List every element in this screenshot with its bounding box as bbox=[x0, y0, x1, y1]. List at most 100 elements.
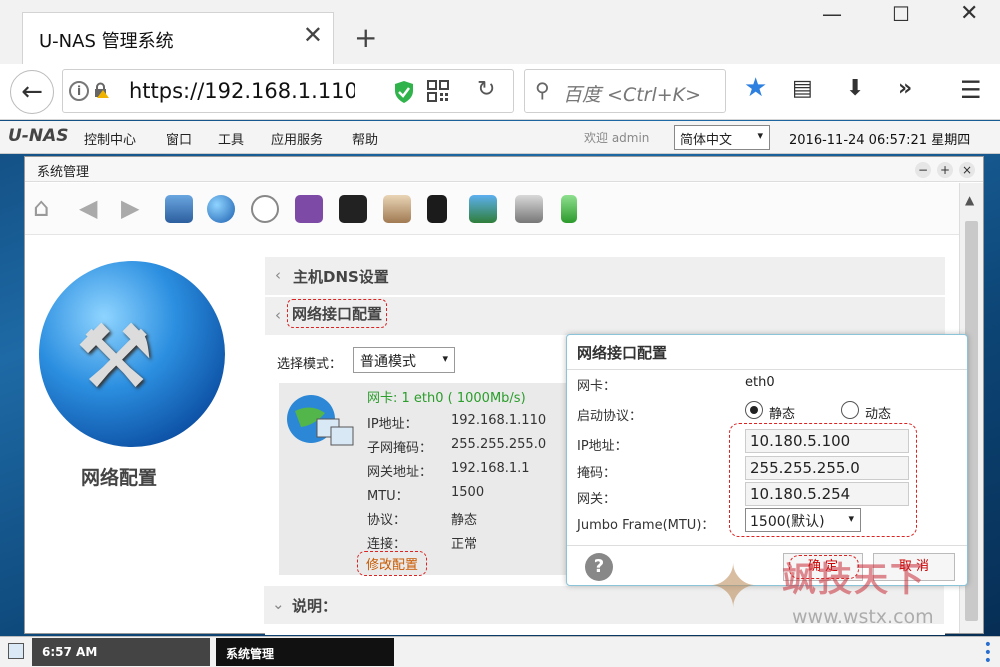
search-box[interactable]: ⚲ 百度 <Ctrl+K> bbox=[524, 69, 726, 113]
app-menubar: U-NAS 控制中心 窗口 工具 应用服务 帮助 欢迎 admin 简体中文 ▾ … bbox=[0, 121, 1000, 154]
clock-icon[interactable] bbox=[251, 195, 279, 223]
nav-forward-icon[interactable]: ▶ bbox=[121, 195, 149, 223]
info-icon[interactable]: i bbox=[69, 81, 89, 101]
divider bbox=[567, 369, 967, 370]
server-icon[interactable] bbox=[427, 195, 447, 223]
jumbo-label: Jumbo Frame(MTU)： bbox=[577, 518, 715, 533]
radio-dynamic-label: 动态 bbox=[865, 407, 892, 422]
gateway-field[interactable]: 10.180.5.254 bbox=[745, 482, 909, 506]
welcome-text: 欢迎 admin bbox=[584, 131, 650, 145]
disk-icon[interactable] bbox=[515, 195, 543, 223]
back-button[interactable]: ← bbox=[10, 70, 54, 114]
language-select[interactable]: 简体中文 ▾ bbox=[674, 125, 770, 150]
gateway-label: 网关地址： bbox=[367, 465, 433, 480]
router-icon[interactable] bbox=[339, 195, 367, 223]
address-bar[interactable]: i https://192.168.1.110/w ↻ bbox=[62, 69, 514, 113]
wrench-hammer-icon: ⚒ bbox=[75, 305, 154, 408]
watermark-star-icon: ✦ bbox=[708, 552, 759, 622]
desktop-icon[interactable] bbox=[8, 643, 24, 659]
chevron-down-icon: ▾ bbox=[757, 129, 763, 142]
taskbar-app-button[interactable]: 系统管理 bbox=[216, 638, 394, 666]
menu-tools[interactable]: 工具 bbox=[218, 129, 244, 148]
divider bbox=[567, 545, 967, 546]
ip-label: IP地址： bbox=[577, 439, 628, 454]
section-dns-title: 主机DNS设置 bbox=[293, 268, 389, 286]
brand-logo: U-NAS bbox=[8, 126, 69, 146]
help-icon[interactable]: ? bbox=[585, 553, 613, 581]
mode-select[interactable]: 普通模式 ▾ bbox=[353, 347, 455, 373]
battery-icon[interactable] bbox=[561, 195, 577, 223]
gateway-label: 网关： bbox=[577, 492, 617, 507]
tab-close-icon[interactable]: ✕ bbox=[303, 23, 323, 47]
mode-value: 普通模式 bbox=[360, 354, 416, 370]
reading-list-icon[interactable]: ▤ bbox=[792, 76, 813, 101]
datetime: 2016-11-24 06:57:21 星期四 bbox=[789, 133, 971, 148]
radio-dynamic[interactable] bbox=[841, 401, 859, 419]
chevron-down-icon: ▾ bbox=[442, 352, 448, 365]
overflow-icon[interactable]: » bbox=[898, 76, 912, 101]
section-net-title: 网络接口配置 bbox=[292, 305, 383, 323]
new-tab-icon[interactable]: + bbox=[354, 24, 377, 52]
language-value: 简体中文 bbox=[680, 133, 733, 148]
menu-help[interactable]: 帮助 bbox=[352, 129, 378, 148]
mask-label: 掩码： bbox=[577, 466, 617, 481]
reload-icon[interactable]: ↻ bbox=[477, 77, 495, 102]
menu-control-center[interactable]: 控制中心 bbox=[84, 129, 136, 148]
menu-app-services[interactable]: 应用服务 bbox=[271, 129, 323, 148]
watermark: ✦ 飒技天下 www.wstx.com bbox=[702, 552, 978, 636]
subnet-label: 子网掩码： bbox=[367, 441, 433, 456]
chat-icon[interactable] bbox=[295, 195, 323, 223]
window-maximize-icon[interactable]: + bbox=[937, 162, 953, 178]
insecure-lock-icon[interactable] bbox=[93, 82, 109, 98]
nic-value: eth0 bbox=[745, 375, 775, 390]
section-highlight: 网络接口配置 bbox=[287, 299, 388, 328]
watermark-text: 飒技天下 bbox=[782, 560, 926, 600]
menu-icon[interactable]: ☰ bbox=[960, 76, 982, 104]
window-toolbar: ⌂ ◀ ▶ bbox=[25, 183, 960, 235]
jumbo-select[interactable]: 1500(默认) ▾ bbox=[745, 508, 861, 532]
link-label: 连接： bbox=[367, 537, 407, 552]
network-interface-dialog: 网络接口配置 网卡： eth0 启动协议： 静态 动态 IP地址： 10.180… bbox=[566, 334, 968, 586]
network-globe-icon bbox=[287, 395, 354, 446]
qr-code-icon[interactable] bbox=[427, 80, 449, 102]
gateway-value: 192.168.1.1 bbox=[451, 461, 530, 476]
globe-icon[interactable] bbox=[207, 195, 235, 223]
bookmark-star-icon[interactable]: ★ bbox=[744, 73, 767, 103]
window-minimize-icon[interactable]: − bbox=[915, 162, 931, 178]
network-share-icon[interactable] bbox=[469, 195, 497, 223]
ip-label: IP地址： bbox=[367, 417, 418, 432]
protocol-value: 静态 bbox=[451, 513, 478, 528]
section-dns[interactable]: ‹ 主机DNS设置 bbox=[265, 257, 945, 295]
chevron-down-icon: ▾ bbox=[848, 512, 854, 525]
proto-label: 启动协议： bbox=[577, 409, 643, 424]
browser-tab[interactable]: U-NAS 管理系统 ✕ bbox=[22, 12, 334, 64]
modify-config-link[interactable]: 修改配置 bbox=[357, 551, 428, 576]
download-icon[interactable]: ⬇ bbox=[846, 76, 864, 101]
window-close-icon[interactable]: × bbox=[959, 162, 975, 178]
mask-field[interactable]: 255.255.255.0 bbox=[745, 456, 909, 480]
scroll-up-icon[interactable]: ▲ bbox=[965, 193, 974, 207]
nav-back-icon[interactable]: ◀ bbox=[79, 195, 107, 223]
protocol-label: 协议： bbox=[367, 513, 407, 528]
section-network-interface[interactable]: ‹ 网络接口配置 bbox=[265, 297, 945, 335]
search-icon: ⚲ bbox=[535, 78, 550, 102]
taskbar: 6:57 AM 系统管理 • • • bbox=[0, 636, 1000, 667]
home-icon[interactable]: ⌂ bbox=[33, 195, 61, 223]
radio-static[interactable] bbox=[745, 401, 763, 419]
shield-icon[interactable] bbox=[393, 80, 415, 104]
nic-title: 网卡: 1 eth0 ( 1000Mb/s) bbox=[367, 391, 526, 406]
close-window-icon[interactable]: ✕ bbox=[960, 3, 978, 25]
network-computer-icon[interactable] bbox=[165, 195, 193, 223]
minimize-icon[interactable]: — bbox=[822, 4, 842, 24]
url-text[interactable]: https://192.168.1.110/w bbox=[129, 79, 355, 103]
menu-window[interactable]: 窗口 bbox=[166, 129, 192, 148]
more-dots-icon[interactable]: • • • bbox=[984, 638, 992, 667]
mail-icon[interactable] bbox=[383, 195, 411, 223]
link-value: 正常 bbox=[451, 537, 478, 552]
maximize-icon[interactable]: ☐ bbox=[892, 4, 910, 24]
ip-field[interactable]: 10.180.5.100 bbox=[745, 429, 909, 453]
window-title: 系统管理 bbox=[37, 165, 90, 180]
chevron-left-icon: ‹ bbox=[275, 306, 281, 324]
window-titlebar[interactable]: 系统管理 − + × bbox=[25, 157, 983, 182]
browser-tabbar: U-NAS 管理系统 ✕ + — ☐ ✕ bbox=[0, 0, 1000, 64]
